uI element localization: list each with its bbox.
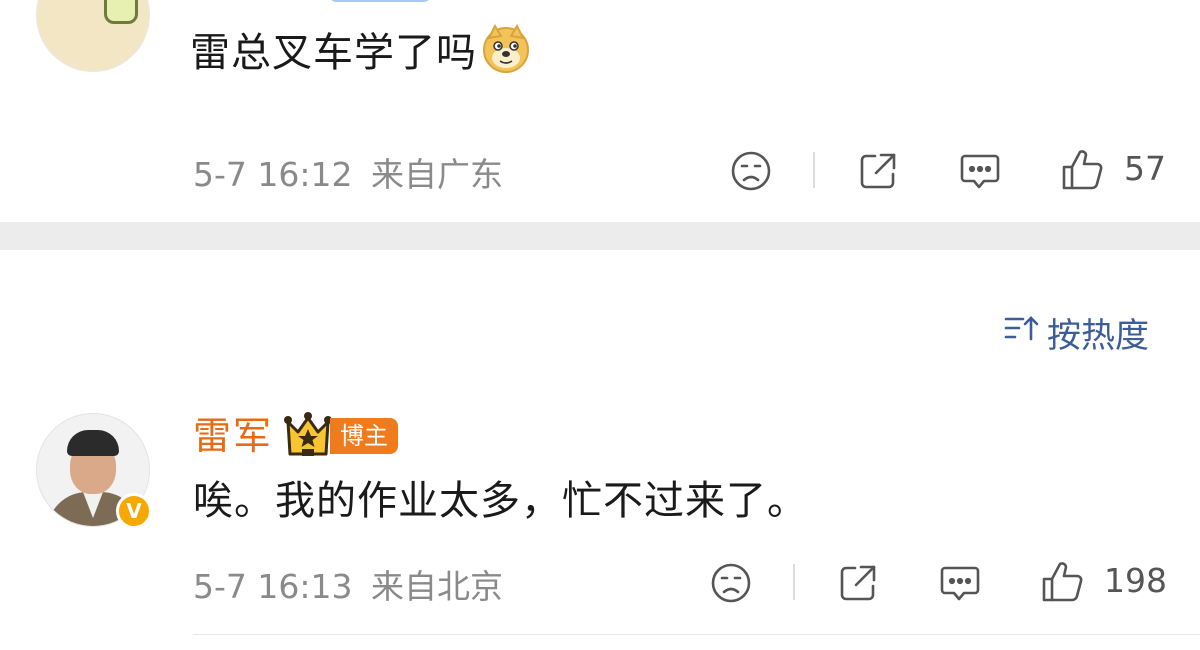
like-count: 57 — [1124, 149, 1166, 188]
sort-label: 按热度 — [1047, 316, 1149, 356]
comment-text: 唉。我的作业太多，忙不过来了。 — [193, 478, 808, 524]
comment-time: 5-7 16:13 — [193, 567, 353, 606]
blogger-badge: 博主 — [330, 418, 398, 454]
comment-time: 5-7 16:12 — [193, 155, 353, 194]
comment-text: 雷总叉车学了吗 — [190, 23, 531, 87]
comment-location: 来自广东 — [371, 155, 503, 194]
comment-icon[interactable] — [939, 562, 981, 604]
avatar-decoration — [104, 0, 138, 24]
section-divider — [0, 222, 1200, 250]
author-name[interactable]: 雷军 — [193, 412, 273, 460]
cropped-badge — [330, 0, 430, 2]
sort-icon — [1003, 313, 1039, 353]
comment-icon[interactable] — [959, 150, 1001, 192]
comment-location: 来自北京 — [371, 567, 503, 606]
doge-emoji-icon — [481, 23, 531, 87]
verified-badge: V — [116, 493, 152, 529]
divider — [193, 634, 1200, 635]
share-icon[interactable] — [837, 562, 879, 604]
comment-meta: 5-7 16:12 来自广东 — [193, 148, 503, 196]
thumbs-up-icon[interactable] — [1060, 148, 1104, 192]
sort-by-hotness-button[interactable]: 按热度 — [1003, 308, 1149, 357]
divider — [813, 152, 815, 188]
avatar[interactable] — [36, 0, 150, 72]
share-icon[interactable] — [857, 150, 899, 192]
comment-meta: 5-7 16:13 来自北京 — [193, 560, 503, 608]
comment-text-content: 雷总叉车学了吗 — [190, 30, 477, 76]
sad-face-icon[interactable] — [710, 562, 752, 604]
thumbs-up-icon[interactable] — [1040, 560, 1084, 604]
divider — [793, 564, 795, 600]
avatar-decoration — [67, 430, 119, 456]
crown-icon — [284, 412, 332, 462]
like-count: 198 — [1104, 561, 1167, 600]
sad-face-icon[interactable] — [730, 150, 772, 192]
